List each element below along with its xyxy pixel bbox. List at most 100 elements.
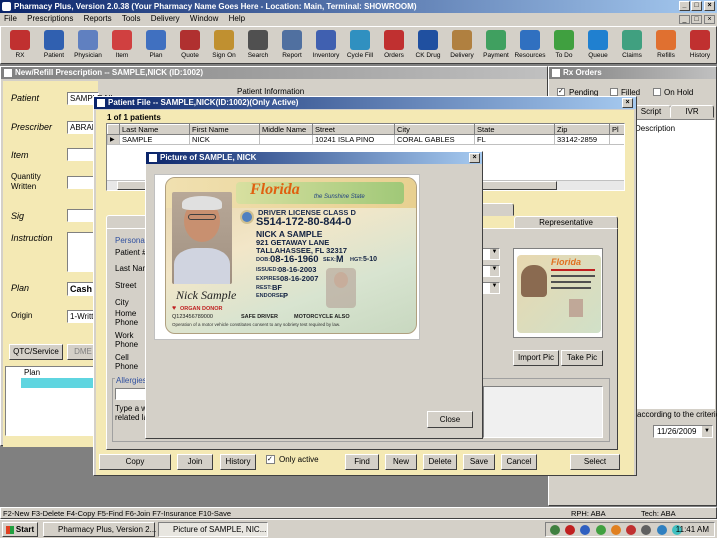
dropdown-3[interactable]: ▼	[480, 282, 500, 294]
new-button[interactable]: New	[385, 454, 417, 470]
column-header[interactable]: First Name	[189, 124, 260, 135]
table-cell: 33142-2859	[554, 134, 610, 145]
column-header[interactable]: City	[394, 124, 475, 135]
dob-value: 08-16-1960	[270, 254, 319, 265]
find-button[interactable]: Find	[345, 454, 379, 470]
toolbar-ck-drug-button[interactable]: CK Drug	[411, 27, 445, 61]
patient-file-close-icon[interactable]: ×	[622, 98, 633, 108]
chevron-down-icon[interactable]: ▼	[490, 266, 499, 276]
column-header[interactable]: Pl	[609, 124, 624, 135]
toolbar-label: CK Drug	[415, 52, 441, 59]
table-cell: FL	[474, 134, 555, 145]
display-icon[interactable]	[656, 524, 667, 535]
toolbar-quote-button[interactable]: Quote	[173, 27, 207, 61]
column-header[interactable]: Last Name	[119, 124, 190, 135]
update-icon[interactable]	[595, 524, 606, 535]
toolbar-search-button[interactable]: Search	[241, 27, 275, 61]
menu-prescriptions[interactable]: Prescriptions	[23, 13, 77, 25]
otc-service-button[interactable]: QTC/Service	[9, 344, 63, 360]
chevron-down-icon[interactable]: ▼	[490, 249, 499, 259]
toolbar-to-do-button[interactable]: To Do	[547, 27, 581, 61]
mdi-close-icon[interactable]: ×	[704, 15, 715, 24]
toolbar-sign-on-button[interactable]: Sign On	[207, 27, 241, 61]
take-pic-button[interactable]: Take Pic	[561, 350, 603, 366]
tab-script[interactable]: Script	[631, 105, 671, 118]
menu-help[interactable]: Help	[225, 13, 249, 25]
issued-value: 08-16-2003	[278, 265, 317, 274]
chevron-down-icon[interactable]: ▼	[702, 426, 712, 437]
dropdown-1[interactable]: ▼	[480, 248, 500, 260]
shield-icon[interactable]	[565, 524, 576, 535]
column-header[interactable]: Middle Name	[259, 124, 313, 135]
only-active-checkbox[interactable]: ✓	[266, 455, 275, 464]
security-icon[interactable]	[580, 524, 591, 535]
dropdown-2[interactable]: ▼	[480, 265, 500, 277]
on-hold-checkbox[interactable]	[653, 88, 661, 96]
select-button[interactable]: Select	[570, 454, 620, 470]
join-button[interactable]: Join	[177, 454, 213, 470]
chevron-down-icon[interactable]: ▼	[490, 283, 499, 293]
report-icon	[282, 30, 302, 50]
delete-button[interactable]: Delete	[423, 454, 457, 470]
toolbar-rx-button[interactable]: RX	[3, 27, 37, 61]
toolbar-history-button[interactable]: History	[683, 27, 717, 61]
patient-photo-thumbnail[interactable]: Florida	[513, 248, 603, 338]
toolbar-resources-button[interactable]: Resources	[513, 27, 547, 61]
maximize-icon[interactable]: □	[691, 1, 702, 11]
copy-button[interactable]: Copy	[99, 454, 171, 470]
date-picker[interactable]: 11/26/2009 ▼	[653, 425, 713, 438]
column-header[interactable]: State	[474, 124, 555, 135]
column-header[interactable]: Zip	[554, 124, 610, 135]
minimize-icon[interactable]: _	[679, 1, 690, 11]
toolbar-item-button[interactable]: Item	[105, 27, 139, 61]
filled-checkbox[interactable]	[610, 88, 618, 96]
volume-icon[interactable]	[641, 524, 652, 535]
allergy-notes-field[interactable]	[483, 386, 603, 438]
toolbar-orders-button[interactable]: Orders	[377, 27, 411, 61]
column-header[interactable]: Street	[312, 124, 395, 135]
toolbar-queue-button[interactable]: Queue	[581, 27, 615, 61]
tab-ivr[interactable]: IVR	[670, 105, 714, 118]
menu-tools[interactable]: Tools	[118, 13, 145, 25]
heart-icon: ♥	[172, 305, 177, 312]
menu-reports[interactable]: Reports	[80, 13, 116, 25]
taskbar-item-pharmacy[interactable]: Pharmacy Plus, Version 2...	[43, 522, 156, 537]
toolbar-patient-button[interactable]: Patient	[37, 27, 71, 61]
menu-delivery[interactable]: Delivery	[147, 13, 184, 25]
import-pic-button[interactable]: Import Pic	[513, 350, 559, 366]
start-button[interactable]: Start	[2, 522, 38, 537]
plan-grid-row[interactable]	[21, 378, 99, 388]
taskbar-item-picture[interactable]: Picture of SAMPLE, NIC...	[158, 522, 268, 537]
history-button[interactable]: History	[220, 454, 256, 470]
menu-window[interactable]: Window	[186, 13, 222, 25]
save-button[interactable]: Save	[463, 454, 495, 470]
toolbar-label: Physician	[74, 52, 102, 59]
rx-orders-list[interactable]: Description	[631, 119, 715, 409]
license-tagline: the Sunshine State	[314, 194, 365, 200]
cancel-button[interactable]: Cancel	[501, 454, 537, 470]
menu-file[interactable]: File	[0, 13, 21, 25]
table-row[interactable]: ▶ SAMPLE NICK 10241 ISLA PINO CORAL GABLES FL…	[107, 134, 624, 145]
toolbar-physician-button[interactable]: Physician	[71, 27, 105, 61]
funnel-icon	[350, 30, 370, 50]
picture-dialog-close-icon[interactable]: ×	[469, 153, 480, 163]
toolbar-claims-button[interactable]: Claims	[615, 27, 649, 61]
status-icon[interactable]	[610, 524, 621, 535]
plan-grid[interactable]: Plan	[5, 366, 99, 436]
toolbar-payment-button[interactable]: Payment	[479, 27, 513, 61]
pending-checkbox[interactable]: ✓	[557, 88, 565, 96]
toolbar-delivery-button[interactable]: Delivery	[445, 27, 479, 61]
mdi-minimize-icon[interactable]: _	[679, 15, 690, 24]
toolbar-report-button[interactable]: Report	[275, 27, 309, 61]
toolbar-plan-button[interactable]: Plan	[139, 27, 173, 61]
close-button[interactable]: Close	[427, 411, 473, 428]
description-column-header: Description	[635, 124, 676, 133]
toolbar-label: Sign On	[212, 52, 236, 59]
close-icon[interactable]: ×	[704, 1, 715, 11]
toolbar-inventory-button[interactable]: Inventory	[309, 27, 343, 61]
mdi-restore-icon[interactable]: □	[691, 15, 702, 24]
toolbar-cycle-fill-button[interactable]: Cycle Fill	[343, 27, 377, 61]
alert-icon[interactable]	[626, 524, 637, 535]
toolbar-refills-button[interactable]: Refills	[649, 27, 683, 61]
network-icon[interactable]	[550, 524, 560, 535]
